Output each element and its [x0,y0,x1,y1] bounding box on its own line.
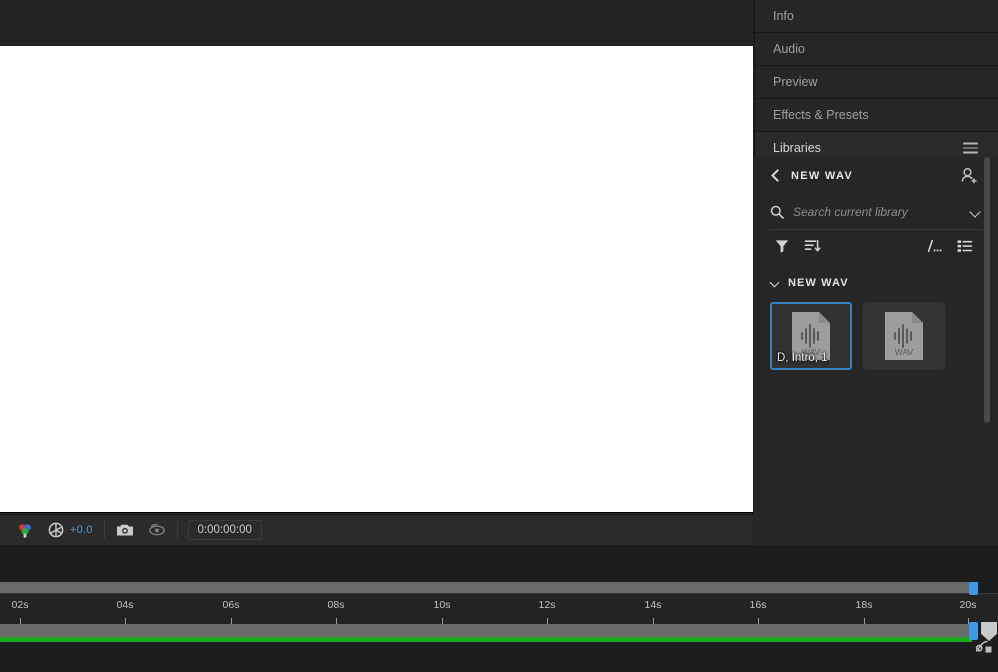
invite-collaborator-icon[interactable] [959,166,979,186]
hamburger-menu-icon[interactable] [963,142,978,154]
search-input[interactable] [793,205,963,219]
asset-grid: WAV D, Intro, 1 WAV [754,296,998,370]
composition-canvas[interactable] [0,46,753,513]
asset-tile-selected[interactable]: WAV D, Intro, 1 [770,302,852,370]
work-area-bar[interactable] [0,624,972,637]
ruler-tick-label: 02s [11,599,29,611]
svg-text:WAV: WAV [895,347,914,357]
chevron-down-icon[interactable] [770,278,781,289]
ruler-tick-label: 10s [433,599,451,611]
library-section-label: NEW WAV [788,277,849,289]
library-name: NEW WAV [791,170,854,182]
grid-view-icon[interactable] [922,234,946,258]
ruler-tick-label: 20s [959,599,977,611]
toolbar-divider-1 [103,521,105,539]
list-view-icon[interactable] [952,234,976,258]
library-section-header[interactable]: NEW WAV [754,270,998,296]
viewer-timeline-gap [0,545,998,582]
camera-snapshot-icon [116,524,133,536]
panel-tab-label: Effects & Presets [773,108,869,122]
show-snapshot-icon [148,523,165,536]
exposure-aperture-icon [48,522,64,538]
panel-tab-audio[interactable]: Audio [755,33,998,66]
graph-editor-icon[interactable] [972,634,996,658]
ruler-tick-label: 12s [538,599,556,611]
take-snapshot-button[interactable] [109,515,141,546]
timeline-panel: 02s 04s 06s 08s 10s 12s 14s 16s 18s 20s [0,582,998,672]
ruler-tick-label: 18s [855,599,873,611]
show-snapshot-button[interactable] [141,515,173,546]
library-vertical-scrollbar[interactable] [984,157,990,423]
ruler-tick-label: 14s [644,599,662,611]
exposure-value: +0.0 [70,524,93,536]
wav-audio-file-icon: WAV [883,311,925,361]
composition-viewer-toolbar: +0.0 0:00:00:00 [0,514,753,545]
library-toolbar [754,230,998,262]
library-header: NEW WAV [754,157,998,195]
toolbar-divider-2 [176,521,178,539]
chevron-left-icon[interactable] [770,170,782,182]
libraries-panel: NEW WAV Search current library NEW WAV W… [754,157,998,545]
search-icon [770,205,784,219]
sort-descending-icon[interactable] [800,234,824,258]
ruler-tick-label: 04s [116,599,134,611]
comp-top-margin [0,0,753,46]
ruler-tick-label: 08s [327,599,345,611]
ruler-tick-label: 16s [749,599,767,611]
panel-tab-info[interactable]: Info [755,0,998,33]
asset-tile[interactable]: WAV [863,302,945,370]
time-navigator-bar[interactable] [0,582,972,593]
filter-funnel-icon[interactable] [770,234,794,258]
panel-tab-effects-and-presets[interactable]: Effects & Presets [755,99,998,132]
ruler-tick-label: 06s [222,599,240,611]
library-search-row [754,195,998,229]
channels-button[interactable] [10,515,41,546]
composition-viewer-panel: +0.0 0:00:00:00 [0,0,753,545]
timeline-ruler[interactable]: 02s 04s 06s 08s 10s 12s 14s 16s 18s 20s [0,593,998,624]
playhead-marker[interactable] [969,582,978,595]
asset-caption: D, Intro, 1 [777,352,828,364]
rgb-channels-icon [19,523,31,538]
current-timecode-field[interactable]: 0:00:00:00 [187,520,262,540]
chevron-down-icon[interactable] [969,208,982,216]
exposure-button[interactable]: +0.0 [41,515,100,546]
panel-tab-preview[interactable]: Preview [755,66,998,99]
after-effects-window: +0.0 0:00:00:00 Info Audio Preview Effec… [0,0,998,672]
panel-tab-label: Libraries [773,141,821,155]
panel-tab-label: Info [773,9,794,23]
panel-tab-label: Audio [773,42,805,56]
timeline-layer-area [0,642,998,672]
panel-tab-label: Preview [773,75,818,89]
